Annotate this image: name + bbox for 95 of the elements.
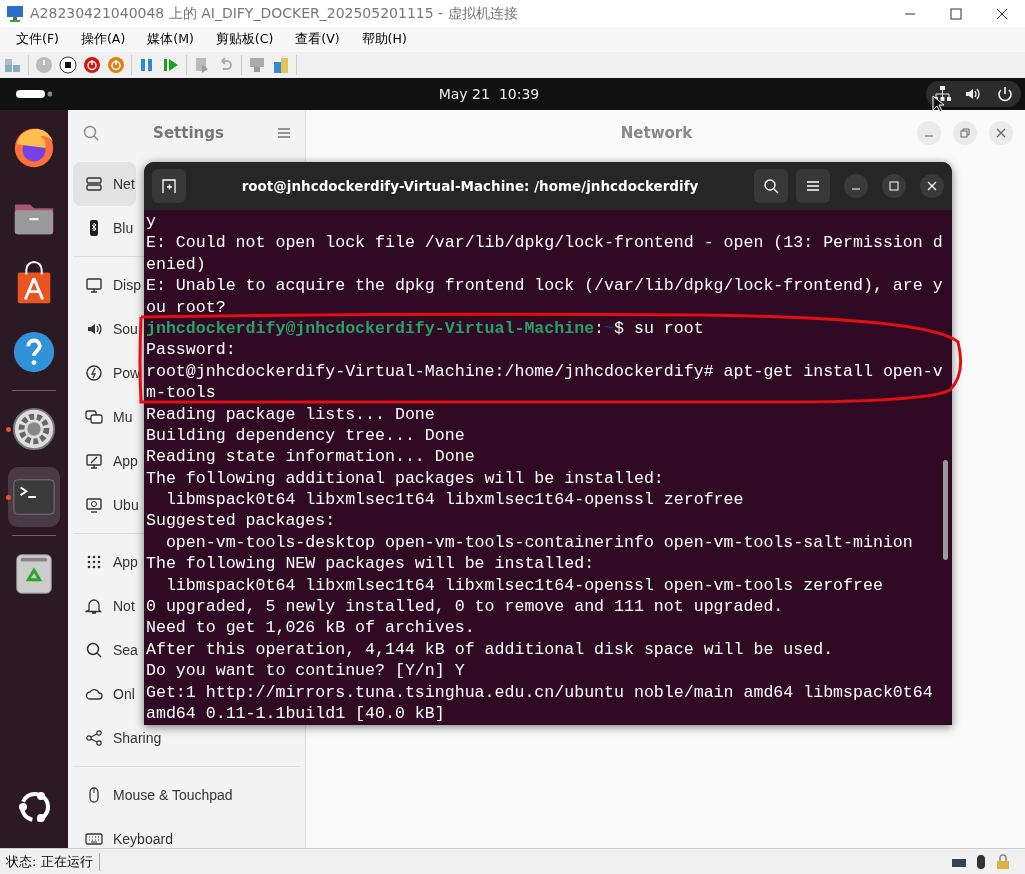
sidebar-item[interactable]: Keyboard — [73, 828, 174, 848]
window-title: A28230421040048 上的 AI_DIFY_DOCKER_202505201115 - 虚拟机连接 — [30, 4, 519, 23]
new-tab-icon — [161, 178, 177, 194]
terminal-line: amd64 0.11-1.1build1 [40.0 kB] — [146, 703, 446, 725]
help-icon — [11, 329, 57, 375]
monitor-icon — [6, 4, 26, 23]
menu-item[interactable]: 媒体(M) — [139, 29, 202, 50]
minimize-icon — [924, 134, 934, 137]
menu-item[interactable]: 操作(A) — [72, 29, 134, 50]
menu-item[interactable]: 剪贴板(C) — [207, 29, 282, 50]
power-icon — [996, 85, 1015, 103]
terminal-line: Password: — [146, 339, 237, 361]
terminal-line: root@jnhcdockerdify-Virtual-Machine:/home/jnhcdockerdify# apt-get install open-v — [146, 360, 944, 383]
sidebar-item[interactable]: Ubu — [73, 494, 140, 516]
system-tray[interactable] — [926, 81, 1021, 107]
search-icon — [85, 641, 103, 659]
terminal-line: open-vm-tools-desktop open-vm-tools-containerinfo open-vm-tools-salt-minion — [164, 531, 914, 554]
workspace-indicator[interactable] — [16, 89, 52, 99]
maximize-icon — [889, 181, 899, 191]
menu-item[interactable]: 帮助(H) — [353, 29, 415, 50]
terminal-line: libmspack0t64 libxmlsec1t64 libxmlsec1t64-openssl open-vm-tools zerofree — [164, 574, 884, 597]
close-button[interactable] — [920, 174, 944, 198]
minimize-icon — [851, 188, 861, 190]
terminal-line: Building dependency tree... Done — [146, 424, 466, 447]
sidebar-item[interactable]: Onl — [73, 683, 136, 705]
sidebar-item[interactable]: Blu — [73, 217, 135, 239]
maximize-icon — [950, 7, 962, 20]
terminal-line: ou root? — [146, 296, 227, 318]
page-title: Network — [619, 123, 694, 142]
sidebar-item[interactable]: Mu — [73, 406, 134, 428]
monitor-icon — [85, 276, 103, 294]
terminal-line: Get:1 http://mirrors.tuna.tsinghua.edu.cn/ubuntu noble/main amd64 libmspack0t64 — [146, 681, 934, 703]
sidebar-item[interactable]: Sou — [73, 318, 139, 340]
play-icon[interactable] — [162, 56, 180, 74]
share-icon — [85, 729, 103, 747]
sidebar-item[interactable]: App — [73, 551, 139, 573]
grid-icon — [85, 553, 103, 571]
gear-icon — [11, 406, 57, 452]
terminal-line: E: Could not open lock file /var/lib/dpkg/lock-frontend - open (13: Permission d — [146, 232, 944, 254]
terminal-line: libmspack0t64 libxmlsec1t64 libxmlsec1t64-openssl zerofree — [164, 489, 745, 511]
search-icon — [763, 178, 779, 194]
stop-icon[interactable] — [59, 56, 77, 74]
terminal-title: root@jnhcdockerdify-Virtual-Machine: /home/jnhcdockerdify — [240, 178, 700, 194]
search-button[interactable] — [754, 169, 788, 203]
close-icon — [927, 181, 937, 191]
sidebar-item[interactable]: App — [73, 450, 139, 472]
menu-button[interactable] — [796, 169, 830, 203]
network-icon — [85, 175, 103, 193]
terminal-line: Need to get 1,026 kB of archives. — [146, 617, 476, 639]
status-text: 状态: 正在运行 — [0, 853, 100, 871]
sidebar-item[interactable]: Sharing — [73, 727, 163, 749]
terminal-line: Reading state information... Done — [146, 446, 476, 468]
menu-item[interactable]: 查看(V) — [287, 29, 348, 50]
close-icon — [996, 127, 1006, 138]
minimize-button[interactable] — [844, 174, 868, 198]
power-icon[interactable] — [107, 56, 125, 74]
sidebar-item[interactable]: Net — [73, 162, 136, 206]
power-icon — [85, 364, 103, 382]
new-tab-button[interactable] — [152, 169, 186, 203]
lock-icon — [995, 854, 1011, 870]
sidebar-item[interactable]: Not — [73, 595, 136, 617]
search-icon[interactable] — [82, 123, 100, 142]
power-icon[interactable] — [83, 56, 101, 74]
sidebar-title: Settings — [153, 123, 224, 142]
minimize-icon — [904, 12, 916, 15]
terminal-line: y — [146, 211, 157, 233]
menu-icon[interactable] — [277, 125, 291, 140]
mouse-icon — [975, 854, 987, 870]
bell-icon — [85, 597, 103, 615]
monitor-icon — [85, 452, 103, 470]
close-icon — [996, 7, 1008, 20]
maximize-button[interactable] — [882, 174, 906, 198]
sidebar-item[interactable]: Disp — [73, 274, 142, 296]
terminal-line: jnhcdockerdify@jnhcdockerdify-Virtual-Machine:~$ su root — [146, 317, 705, 340]
terminal-line: E: Unable to acquire the dpkg frontend lock (/var/lib/dpkg/lock-frontend), are y — [146, 275, 944, 297]
terminal-line: enied) — [146, 253, 207, 276]
share-icon[interactable] — [272, 56, 290, 74]
menu-icon — [806, 179, 820, 193]
terminal-line: The following NEW packages will be installed: — [146, 553, 596, 575]
restore-icon — [960, 127, 970, 138]
terminal-line: Suggested packages: — [146, 510, 337, 532]
terminal-line: The following additional packages will be installed: — [146, 467, 665, 490]
sidebar-item[interactable]: Mouse & Touchpad — [73, 784, 234, 806]
sidebar-item[interactable]: Pow — [73, 362, 142, 384]
terminal-line: 0 upgraded, 5 newly installed, 0 to remove and 111 not upgraded. — [146, 596, 785, 618]
windows-icon — [85, 408, 103, 426]
terminal-line: After this operation, 4,144 kB of additional disk space will be used. — [146, 638, 835, 661]
keyboard-icon — [85, 830, 103, 848]
monitor-icon — [85, 496, 103, 514]
menu-item[interactable]: 文件(F) — [8, 29, 67, 50]
sidebar-item[interactable]: Sea — [73, 639, 139, 661]
terminal-line: Do you want to continue? [Y/n] Y — [146, 660, 466, 682]
scrollbar[interactable] — [943, 460, 948, 560]
terminal-line: Reading package lists... Done — [146, 403, 436, 425]
terminal-line: m-tools — [146, 382, 217, 404]
